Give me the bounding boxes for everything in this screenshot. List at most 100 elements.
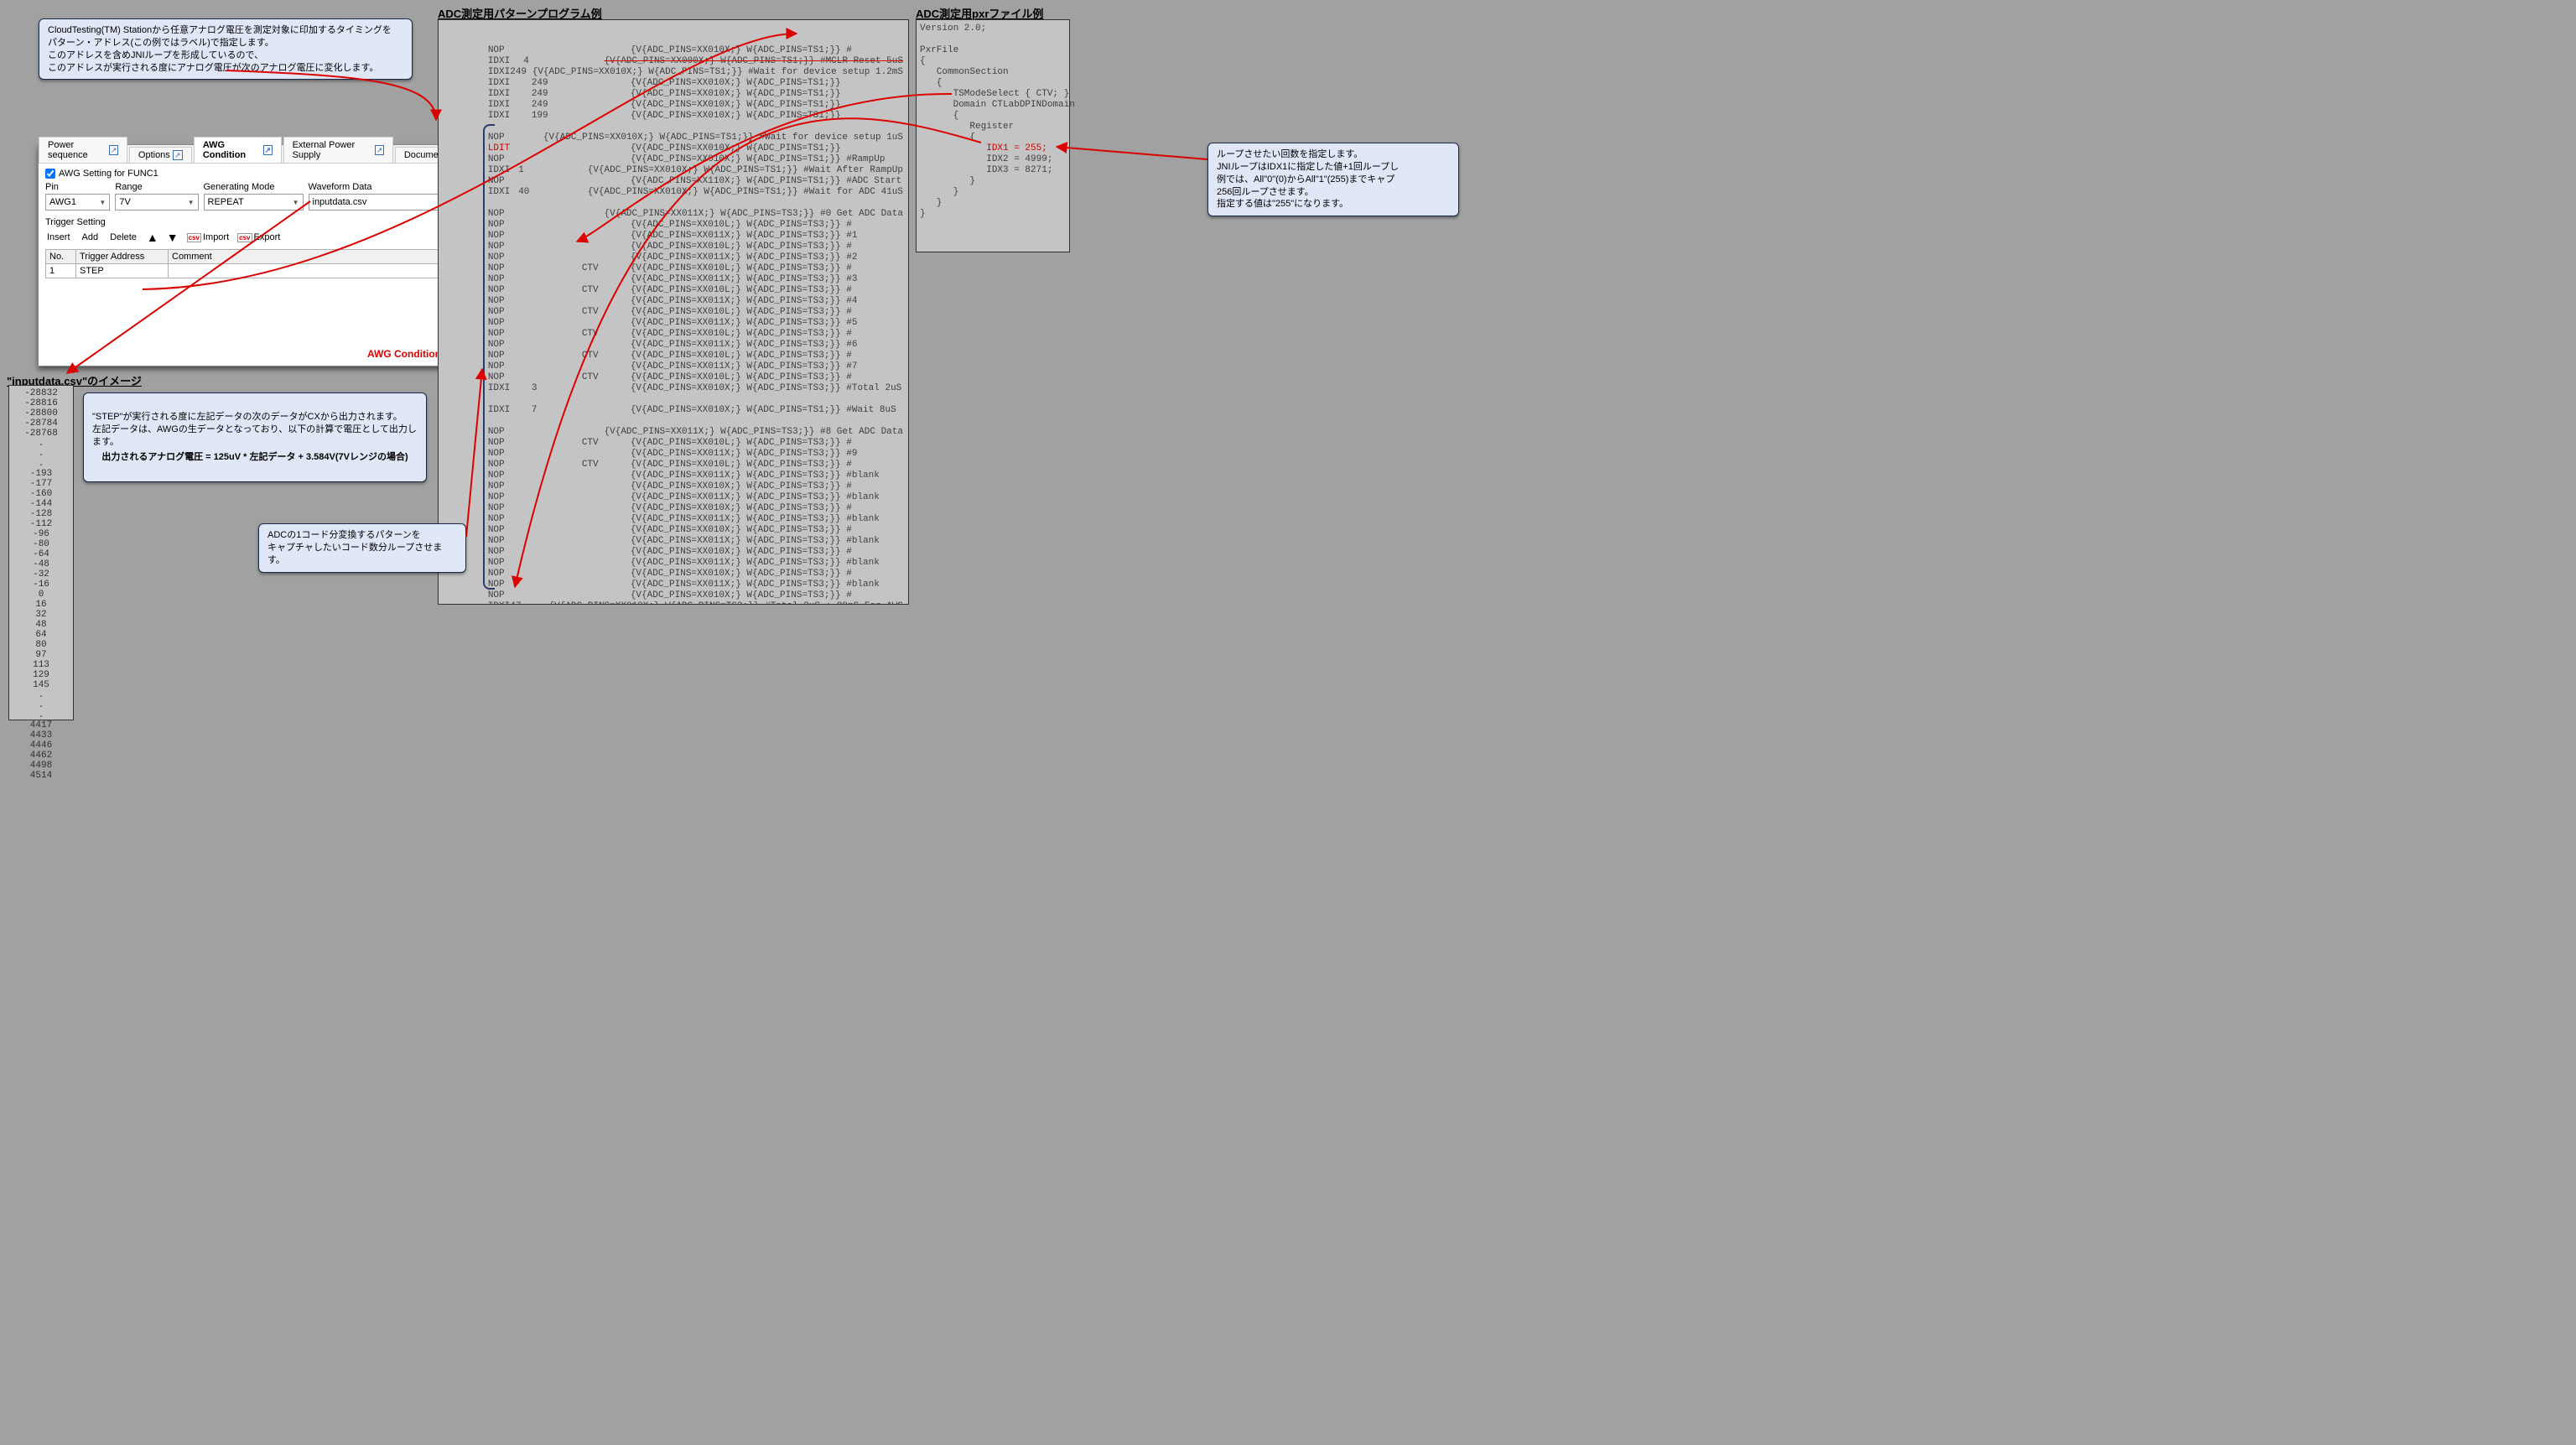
pattern-line	[444, 394, 903, 405]
delete-button[interactable]: Delete	[108, 232, 138, 242]
pxr-line: PxrFile	[920, 45, 1066, 56]
tab-awg-condition[interactable]: AWG Condition↗	[194, 137, 282, 163]
csv-value: .	[9, 710, 73, 720]
step-exec-body: "STEP"が実行される度に左記データの次のデータがCXから出力されます。 左記…	[92, 412, 417, 447]
csv-value: -28784	[9, 418, 73, 429]
csv-value: 4433	[9, 730, 73, 741]
pattern-line: IDXI199{V{ADC_PINS=XX010X;} W{ADC_PINS=T…	[444, 111, 903, 122]
popout-icon[interactable]: ↗	[263, 145, 273, 155]
csv-icon: csv	[187, 233, 201, 242]
move-down-icon[interactable]: ▼	[167, 231, 179, 244]
pattern-line: NOP{V{ADC_PINS=XX010X;} W{ADC_PINS=TS1;}…	[444, 154, 903, 165]
csv-value: 4462	[9, 751, 73, 761]
pattern-line: NOP{V{ADC_PINS=XX010X;} W{ADC_PINS=TS3;}…	[444, 481, 903, 492]
pattern-line: NOP{V{ADC_PINS=XX010X;} W{ADC_PINS=TS3;}…	[444, 547, 903, 558]
pattern-line: NOPCTV{V{ADC_PINS=XX010L;} W{ADC_PINS=TS…	[444, 329, 903, 340]
pattern-line: NOP{V{ADC_PINS=XX011X;} W{ADC_PINS=TS3;}…	[444, 318, 903, 329]
trigger-setting-label: Trigger Setting	[45, 217, 463, 227]
awg-setting-label: AWG Setting for FUNC1	[59, 169, 158, 179]
csv-value: 80	[9, 640, 73, 650]
callout-loop-pattern: ADCの1コード分変換するパターンを キャプチャしたいコード数分ループさせます。	[258, 523, 466, 573]
add-button[interactable]: Add	[80, 232, 101, 242]
pxr-line: Register	[920, 122, 1066, 133]
csv-value: .	[9, 449, 73, 459]
step-exec-formula: 出力されるアナログ電圧 = 125uV * 左記データ + 3.584V(7Vレ…	[92, 451, 418, 464]
pattern-line: NOP{V{ADC_PINS=XX011X;} W{ADC_PINS=TS3;}…	[444, 514, 903, 525]
pattern-line: IDXI249{V{ADC_PINS=XX010X;} W{ADC_PINS=T…	[444, 89, 903, 100]
csv-value: 4498	[9, 761, 73, 771]
range-dropdown[interactable]: 7V	[115, 194, 198, 211]
pattern-line: NOP{V{ADC_PINS=XX011X;} W{ADC_PINS=TS3;}…	[444, 340, 903, 351]
mode-dropdown[interactable]: REPEAT	[204, 194, 304, 211]
pxr-line: {	[920, 56, 1066, 67]
awg-tabs: Power sequence↗Options↗AWG Condition↗Ext…	[39, 145, 470, 164]
csv-value: -128	[9, 509, 73, 519]
loop-bracket	[483, 124, 495, 590]
csv-value: -64	[9, 549, 73, 559]
pattern-line: NOP{V{ADC_PINS=XX010X;} W{ADC_PINS=TS3;}…	[444, 503, 903, 514]
pattern-line: IDXI249{V{ADC_PINS=XX010X;} W{ADC_PINS=T…	[444, 67, 903, 78]
tab-power-sequence[interactable]: Power sequence↗	[39, 137, 127, 163]
pattern-line: NOP{V{ADC_PINS=XX011X;} W{ADC_PINS=TS3;}…	[444, 296, 903, 307]
insert-button[interactable]: Insert	[45, 232, 72, 242]
pxr-line: {	[920, 133, 1066, 143]
awg-condition-panel: Power sequence↗Options↗AWG Condition↗Ext…	[38, 144, 470, 366]
pattern-line	[444, 198, 903, 209]
pattern-line: NOP{V{ADC_PINS=XX011X;} W{ADC_PINS=TS3;}…	[444, 536, 903, 547]
popout-icon[interactable]: ↗	[109, 145, 118, 155]
pattern-line: NOP{V{ADC_PINS=XX010L;} W{ADC_PINS=TS3;}…	[444, 220, 903, 231]
popout-icon[interactable]: ↗	[375, 145, 384, 155]
awg-checkbox-row: AWG Setting for FUNC1	[45, 169, 463, 179]
pattern-line: IDXI249{V{ADC_PINS=XX010X;} W{ADC_PINS=T…	[444, 100, 903, 111]
csv-value: -32	[9, 569, 73, 580]
export-button[interactable]: csvExport	[237, 232, 280, 242]
pattern-line: NOPCTV{V{ADC_PINS=XX010L;} W{ADC_PINS=TS…	[444, 372, 903, 383]
tab-external-power-supply[interactable]: External Power Supply↗	[283, 137, 393, 163]
pxr-line: TSModeSelect { CTV; }	[920, 89, 1066, 100]
csv-value: 4446	[9, 741, 73, 751]
pattern-line: IDXI4{V{ADC_PINS=XX000X;} W{ADC_PINS=TS1…	[444, 56, 903, 67]
import-button[interactable]: csvImport	[187, 232, 230, 242]
pin-dropdown[interactable]: AWG1	[45, 194, 110, 211]
csv-value: 0	[9, 590, 73, 600]
pattern-line: NOP{V{ADC_PINS=XX010X;} W{ADC_PINS=TS3;}…	[444, 525, 903, 536]
callout-step-exec: "STEP"が実行される度に左記データの次のデータがCXから出力されます。 左記…	[83, 392, 427, 482]
pattern-line: IDXI3{V{ADC_PINS=XX010X;} W{ADC_PINS=TS3…	[444, 383, 903, 394]
pattern-line: NOP{V{ADC_PINS=XX010X;} W{ADC_PINS=TS3;}…	[444, 569, 903, 580]
pxr-line: }	[920, 198, 1066, 209]
cell-addr: STEP	[76, 264, 169, 278]
csv-value: 32	[9, 610, 73, 620]
pattern-line: NOP{V{ADC_PINS=XX011X;} W{ADC_PINS=TS3;}…	[444, 580, 903, 590]
pattern-line: NOP{V{ADC_PINS=XX011X;} W{ADC_PINS=TS3;}…	[444, 209, 903, 220]
pattern-line: NOP{V{ADC_PINS=XX011X;} W{ADC_PINS=TS3;}…	[444, 492, 903, 503]
csv-value: .	[9, 459, 73, 469]
export-label: Export	[254, 232, 281, 242]
pattern-line: NOP{V{ADC_PINS=XX011X;} W{ADC_PINS=TS3;}…	[444, 274, 903, 285]
pxr-file-panel: Version 2.0; PxrFile{ CommonSection { TS…	[916, 19, 1070, 252]
popout-icon[interactable]: ↗	[173, 150, 183, 160]
pattern-line: IDXI249{V{ADC_PINS=XX010X;} W{ADC_PINS=T…	[444, 78, 903, 89]
move-up-icon[interactable]: ▲	[147, 231, 158, 244]
pattern-line: NOP{V{ADC_PINS=XX011X;} W{ADC_PINS=TS3;}…	[444, 558, 903, 569]
csv-value: 48	[9, 620, 73, 630]
pattern-line: IDXI7{V{ADC_PINS=XX010X;} W{ADC_PINS=TS1…	[444, 405, 903, 416]
tab-label: Options	[138, 150, 170, 160]
pxr-line: {	[920, 78, 1066, 89]
pxr-line: {	[920, 111, 1066, 122]
csv-value: -96	[9, 529, 73, 539]
csv-value: -112	[9, 519, 73, 529]
range-value: 7V	[119, 197, 130, 207]
waveform-input[interactable]: inputdata.csv	[309, 194, 459, 211]
pattern-line: NOPCTV{V{ADC_PINS=XX010L;} W{ADC_PINS=TS…	[444, 438, 903, 449]
tab-label: AWG Condition	[203, 140, 261, 160]
callout-top-left: CloudTesting(TM) Stationから任意アナログ電圧を測定対象に…	[39, 18, 413, 80]
pattern-line: IDXI1{V{ADC_PINS=XX010X;} W{ADC_PINS=TS1…	[444, 165, 903, 176]
th-addr: Trigger Address	[76, 250, 169, 264]
pxr-line: }	[920, 187, 1066, 198]
pxr-line: IDX3 = 8271;	[920, 165, 1066, 176]
awg-setting-checkbox[interactable]	[45, 169, 55, 179]
pxr-line: IDX2 = 4999;	[920, 154, 1066, 165]
table-row[interactable]: 1 STEP	[46, 264, 463, 278]
import-label: Import	[203, 232, 229, 242]
tab-options[interactable]: Options↗	[129, 147, 192, 163]
